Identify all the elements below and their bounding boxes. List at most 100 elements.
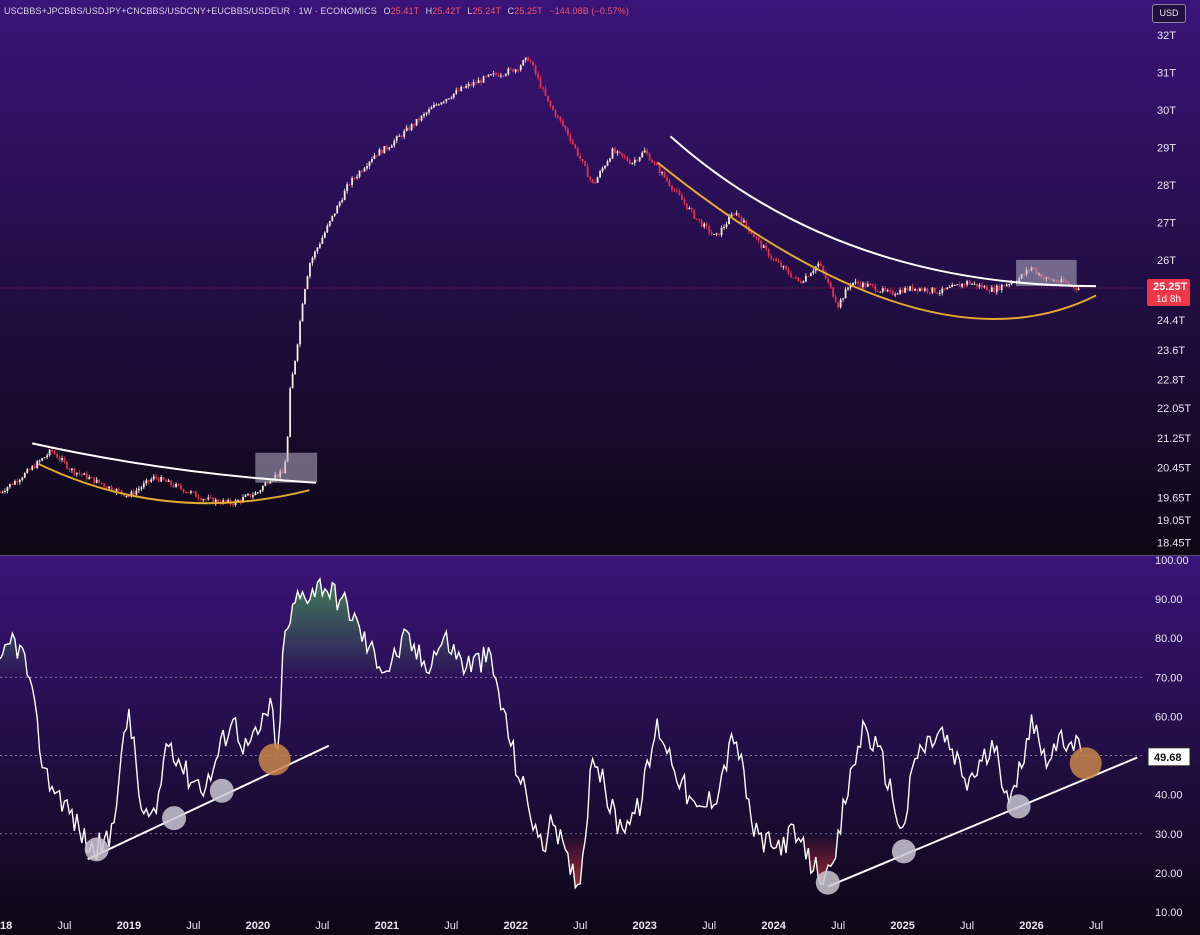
candle-body <box>465 85 468 89</box>
candle-body <box>410 124 413 131</box>
candle-body <box>559 116 562 121</box>
candle-body <box>93 477 96 483</box>
candle-body <box>142 483 145 488</box>
x-axis-tick: Jul <box>573 920 587 932</box>
candle-body <box>504 74 507 76</box>
x-axis-tick: Jul <box>315 920 329 932</box>
candle-body <box>971 283 973 285</box>
rsi-axis-tick: 10.00 <box>1155 907 1183 919</box>
candle-body <box>738 212 740 218</box>
candle-body <box>326 225 329 233</box>
candle-body <box>534 65 537 74</box>
candle-body <box>921 288 924 291</box>
candle-body <box>1005 284 1008 287</box>
candle-body <box>331 215 334 221</box>
candle-body <box>586 166 589 177</box>
candle-body <box>524 57 527 61</box>
chart-canvas[interactable]: 32T 31T 30T 29T 28T 27T 26T 24.4T 23.6T 22.8T 22.0… <box>0 0 1200 935</box>
symbol-name[interactable]: USCBBS+JPCBBS/USDJPY+CNCBBS/USDCNY+EUCBB… <box>4 6 290 16</box>
candle-body <box>437 104 440 106</box>
candle-body <box>430 107 433 110</box>
price-axis-tick: 29T <box>1157 143 1176 155</box>
candle-body <box>752 234 755 238</box>
candle-body <box>16 480 19 483</box>
candle-body <box>18 479 21 483</box>
candle-body <box>899 289 902 294</box>
price-axis-tick: 32T <box>1157 30 1176 42</box>
candle-body <box>522 60 525 66</box>
candle-body <box>517 69 520 71</box>
candle-body <box>703 223 706 227</box>
candle-body <box>502 75 505 77</box>
rsi-pane-background <box>0 555 1200 935</box>
candle-body <box>147 480 150 482</box>
candle-body <box>708 226 711 233</box>
candle-body <box>177 483 180 486</box>
candle-body <box>792 277 795 279</box>
candle-body <box>418 118 420 121</box>
candle-body <box>705 223 708 227</box>
candle-body <box>693 210 696 219</box>
candle-body <box>482 76 485 83</box>
candle-body <box>194 491 197 497</box>
rsi-marker-white <box>1006 794 1031 819</box>
candle-body <box>569 134 572 142</box>
candle-body <box>745 220 748 227</box>
candle-body <box>933 287 936 293</box>
rsi-axis-tick: 90.00 <box>1155 594 1183 606</box>
candle-body <box>866 283 869 287</box>
candle-body <box>636 159 639 161</box>
candle-body <box>202 499 205 501</box>
candle-body <box>371 158 373 162</box>
candle-body <box>509 68 512 70</box>
candle-body <box>529 60 532 62</box>
candle-body <box>314 251 316 258</box>
candle-body <box>400 135 403 137</box>
candle-body <box>584 161 587 167</box>
candle-body <box>988 290 991 292</box>
candle-body <box>333 213 336 216</box>
candle-body <box>232 504 234 506</box>
price-axis-tick: 20.45T <box>1157 463 1192 475</box>
candle-body <box>301 303 304 322</box>
candle-body <box>621 153 624 157</box>
candle-body <box>844 289 847 299</box>
x-axis-tick: Jul <box>960 920 974 932</box>
x-axis-tick: 2024 <box>761 920 786 932</box>
candle-body <box>497 74 500 77</box>
candle-body <box>495 73 497 75</box>
candle-body <box>926 288 929 293</box>
candle-body <box>1077 288 1080 291</box>
candle-body <box>871 284 874 286</box>
candle-body <box>53 451 56 455</box>
candle-body <box>795 277 797 279</box>
candle-body <box>1003 285 1006 287</box>
interval-label[interactable]: 1W <box>298 6 312 16</box>
candle-body <box>440 102 443 105</box>
candle-body <box>167 480 170 482</box>
candle-body <box>956 284 959 286</box>
candle-body <box>56 454 58 458</box>
candle-body <box>519 65 522 70</box>
candle-body <box>891 290 894 295</box>
candle-body <box>874 285 877 291</box>
candle-body <box>346 184 349 191</box>
x-axis-tick: 2020 <box>246 920 270 932</box>
price-axis-tick: 19.05T <box>1157 515 1192 527</box>
candle-body <box>928 292 931 294</box>
candle-body <box>862 282 864 288</box>
currency-button[interactable]: USD <box>1152 4 1186 23</box>
candle-body <box>936 292 939 294</box>
price-badge-value: 25.25T <box>1153 281 1188 293</box>
candle-body <box>390 145 393 148</box>
candle-body <box>393 140 396 146</box>
candle-body <box>66 461 68 469</box>
candle-body <box>787 269 790 274</box>
candle-body <box>199 498 202 501</box>
candle-body <box>666 177 668 181</box>
candle-body <box>631 163 634 165</box>
candle-body <box>61 458 63 460</box>
candle-body <box>735 212 738 215</box>
candle-body <box>376 155 378 157</box>
candle-body <box>323 232 326 238</box>
